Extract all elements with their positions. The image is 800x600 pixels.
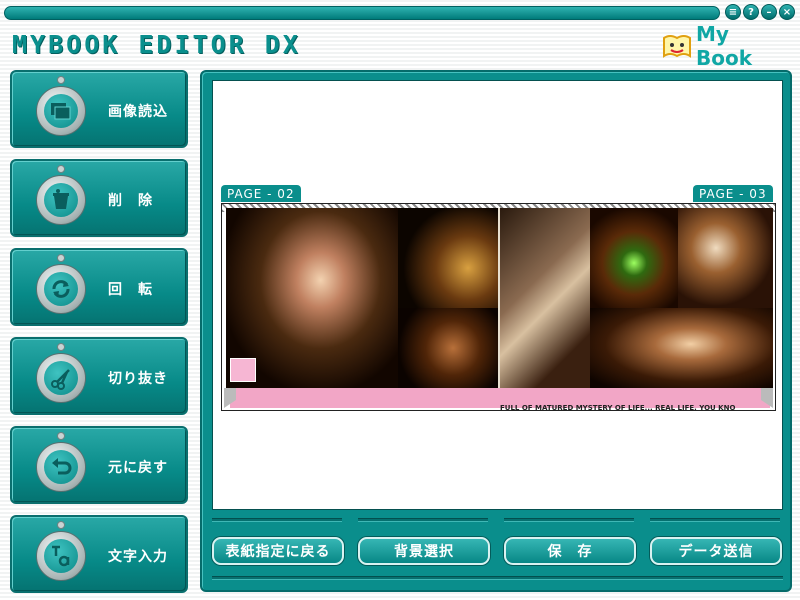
- image-load-icon: [51, 103, 71, 120]
- button-knob: [57, 165, 65, 173]
- undo-icon: [52, 458, 72, 475]
- sidebar-item-label: 回 転: [108, 282, 153, 298]
- title-bar: ≡ ? – ×: [4, 4, 796, 22]
- button-knob: [57, 343, 65, 351]
- save-button[interactable]: 保 存: [504, 537, 636, 565]
- sidebar-item-label: 画像読込: [108, 104, 168, 120]
- photo-night[interactable]: [678, 208, 773, 308]
- corner-right-icon: [761, 388, 773, 408]
- photo-dashboard[interactable]: [590, 208, 678, 308]
- photo-car[interactable]: [500, 208, 590, 388]
- sidebar-item-label: 文字入力: [108, 549, 168, 565]
- text-input-icon: [52, 545, 70, 567]
- button-knob: [57, 76, 65, 84]
- scissors-icon: [51, 369, 70, 390]
- divider: [650, 518, 780, 522]
- bottom-divider: [212, 576, 783, 580]
- button-ring: [36, 175, 86, 225]
- button-knob: [57, 254, 65, 262]
- app-title: MYBOOK EDITOR DX: [12, 30, 301, 59]
- background-select-button[interactable]: 背景選択: [358, 537, 490, 565]
- trash-icon: [53, 189, 69, 209]
- corner-left-icon: [224, 388, 236, 408]
- divider: [212, 518, 342, 522]
- page-label-right: PAGE - 03: [693, 185, 773, 202]
- brand-text: My Book: [696, 22, 753, 70]
- sidebar-item-rotate[interactable]: 回 転: [10, 248, 188, 326]
- back-to-cover-button[interactable]: 表紙指定に戻る: [212, 537, 344, 565]
- editor-panel: PAGE - 02 PAGE - 03 FULL OF MATURED MYST…: [200, 70, 792, 592]
- close-icon[interactable]: ×: [779, 4, 795, 20]
- caption-text[interactable]: FULL OF MATURED MYSTERY OF LIFE... REAL …: [500, 404, 762, 414]
- photo-portrait-right[interactable]: [590, 308, 773, 388]
- divider: [358, 518, 488, 522]
- sidebar-item-label: 切り抜き: [108, 371, 168, 387]
- sidebar-item-label: 削 除: [108, 193, 153, 209]
- button-ring: [36, 442, 86, 492]
- sidebar-item-crop[interactable]: 切り抜き: [10, 337, 188, 415]
- button-ring: [36, 353, 86, 403]
- button-knob: [57, 432, 65, 440]
- photo-portrait-left[interactable]: [226, 208, 398, 388]
- button-ring: [36, 531, 86, 581]
- divider: [504, 518, 634, 522]
- menu-icon[interactable]: ≡: [725, 4, 741, 20]
- photo-face-closeup[interactable]: [398, 308, 498, 388]
- sidebar-item-image-load[interactable]: 画像読込: [10, 70, 188, 148]
- send-data-button[interactable]: データ送信: [650, 537, 782, 565]
- title-bar-strip[interactable]: [4, 6, 720, 20]
- photo-collage[interactable]: [226, 208, 773, 388]
- sidebar-item-label: 元に戻す: [108, 460, 168, 476]
- button-knob: [57, 521, 65, 529]
- photo-street[interactable]: [398, 208, 498, 308]
- minimize-icon[interactable]: –: [761, 4, 777, 20]
- sidebar-item-undo[interactable]: 元に戻す: [10, 426, 188, 504]
- sidebar-item-text-input[interactable]: 文字入力: [10, 515, 188, 593]
- button-ring: [36, 86, 86, 136]
- editor-canvas[interactable]: PAGE - 02 PAGE - 03 FULL OF MATURED MYST…: [212, 80, 783, 510]
- brand-logo: My Book: [662, 22, 786, 70]
- button-ring: [36, 264, 86, 314]
- sticker: [230, 358, 256, 382]
- book-face-icon: [662, 32, 692, 60]
- help-icon[interactable]: ?: [743, 4, 759, 20]
- page-label-left: PAGE - 02: [221, 185, 301, 202]
- rotate-icon: [52, 280, 70, 298]
- page-spread[interactable]: FULL OF MATURED MYSTERY OF LIFE... REAL …: [221, 203, 776, 414]
- sidebar-item-delete[interactable]: 削 除: [10, 159, 188, 237]
